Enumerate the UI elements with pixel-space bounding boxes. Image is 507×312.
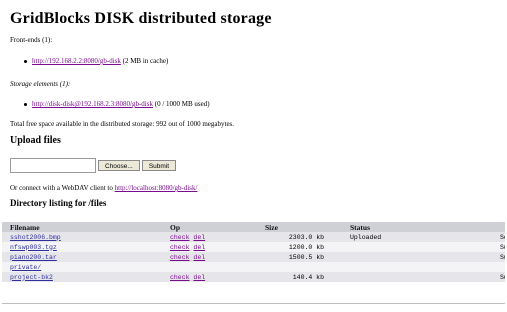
table-row: nfswp003.tgz check del 1200.0 kb Su: [2, 242, 505, 252]
header-status: Status: [342, 222, 492, 232]
file-status: [342, 242, 492, 252]
upload-form: Choose... Submit: [10, 158, 177, 173]
file-link[interactable]: piano200.tar: [10, 254, 57, 261]
file-link[interactable]: nfswp003.tgz: [10, 244, 57, 251]
file-size: 1500.5 kb: [257, 252, 342, 262]
table-row: sshot2006.bmp check del 2303.0 kb Upload…: [2, 232, 505, 242]
header-extra: [492, 222, 505, 232]
table-row: private/: [2, 262, 505, 272]
check-link[interactable]: check: [170, 274, 190, 281]
folder-link[interactable]: private/: [10, 264, 41, 271]
file-status: Uploaded: [342, 232, 492, 242]
file-link[interactable]: sshot2006.bmp: [10, 234, 61, 241]
header-size: Size: [257, 222, 342, 232]
choose-button[interactable]: Choose...: [98, 160, 140, 171]
file-link[interactable]: project-bk2: [10, 274, 53, 281]
row-extra: Su: [492, 242, 505, 252]
file-status: [342, 272, 492, 282]
divider: [2, 303, 505, 304]
front-ends-label: Front-ends (1):: [10, 36, 53, 44]
file-size: 2303.0 kb: [257, 232, 342, 242]
submit-button[interactable]: Submit: [141, 160, 177, 171]
file-path-input[interactable]: [10, 158, 96, 173]
directory-heading: Directory listing for /files: [10, 198, 107, 208]
page-title: GridBlocks DISK distributed storage: [10, 10, 272, 27]
storage-elements-label: Storage elements (1):: [10, 80, 71, 88]
total-free-text: Total free space available in the distri…: [10, 120, 235, 128]
upload-heading: Upload files: [10, 135, 61, 146]
delete-link[interactable]: del: [193, 234, 205, 241]
table-row: project-bk2 check del 140.4 kb Su: [2, 272, 505, 282]
file-status: [342, 252, 492, 262]
webdav-line: Or connect with a WebDAV client to http:…: [10, 184, 197, 193]
delete-link[interactable]: del: [193, 274, 205, 281]
row-extra: So: [492, 232, 505, 242]
check-link[interactable]: check: [170, 254, 190, 261]
table-row: piano200.tar check del 1500.5 kb Su: [2, 252, 505, 262]
file-size: 1200.0 kb: [257, 242, 342, 252]
front-end-note: (2 MB in cache): [122, 57, 169, 65]
storage-item: http://disk-disk@192.168.2.3:8080/gb-dis…: [24, 100, 210, 109]
header-filename: Filename: [2, 222, 162, 232]
row-extra: Su: [492, 252, 505, 262]
check-link[interactable]: check: [170, 244, 190, 251]
front-end-link[interactable]: http://192.168.2.2:8080/gb-disk: [32, 57, 121, 65]
webdav-text: Or connect with a WebDAV client to: [10, 184, 115, 192]
storage-link[interactable]: http://disk-disk@192.168.2.3:8080/gb-dis…: [32, 100, 153, 108]
row-extra: Su: [492, 272, 505, 282]
delete-link[interactable]: del: [193, 244, 205, 251]
directory-table: Filename Op Size Status sshot2006.bmp ch…: [2, 222, 505, 282]
file-size: 140.4 kb: [257, 272, 342, 282]
header-op: Op: [162, 222, 257, 232]
browser-page: GridBlocks DISK distributed storage Fron…: [2, 2, 505, 310]
bullet-icon: [24, 102, 27, 106]
row-extra: [492, 262, 505, 272]
front-end-item: http://192.168.2.2:8080/gb-disk (2 MB in…: [24, 57, 168, 66]
table-header-row: Filename Op Size Status: [2, 222, 505, 232]
bullet-icon: [24, 59, 27, 63]
file-status: [342, 262, 492, 272]
check-link[interactable]: check: [170, 234, 190, 241]
webdav-link[interactable]: http://localhost:8080/gb-disk/: [115, 184, 198, 192]
file-size: [257, 262, 342, 272]
storage-note: (0 / 1000 MB used): [154, 100, 210, 108]
delete-link[interactable]: del: [193, 254, 205, 261]
